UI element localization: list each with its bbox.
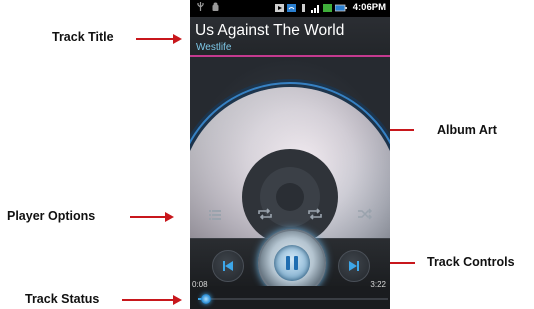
next-icon (349, 261, 359, 271)
notification-icons (196, 2, 220, 15)
track-title: Us Against The World (195, 22, 345, 39)
track-status: 0:08 3:22 (190, 280, 390, 309)
system-icons: 4:06PM (274, 2, 386, 13)
usb-icon (197, 2, 204, 11)
signal-icon (310, 4, 319, 13)
seek-thumb[interactable] (200, 294, 211, 304)
arrow-player-options (130, 212, 174, 222)
pause-icon (274, 245, 310, 281)
battery-icon (334, 4, 347, 11)
track-artist: Westlife (196, 42, 232, 53)
player-options-bar (190, 201, 390, 227)
network-type-icon (301, 3, 305, 12)
callout-track-title: Track Title (52, 30, 114, 44)
arrow-track-status (122, 295, 182, 305)
music-player-screen: 4:06PM Us Against The World Westlife 0:0… (190, 0, 390, 309)
data-icon (322, 3, 332, 12)
status-bar: 4:06PM (190, 0, 390, 17)
playlist-icon[interactable] (204, 203, 226, 225)
shuffle-icon[interactable] (354, 203, 376, 225)
clock: 4:06PM (352, 2, 386, 13)
callout-album-art: Album Art (437, 123, 497, 137)
previous-track-button[interactable] (212, 250, 244, 282)
elapsed-time: 0:08 (192, 280, 208, 289)
repeat-alt-icon[interactable] (304, 203, 326, 225)
total-time: 3:22 (370, 280, 386, 289)
seek-bar[interactable] (198, 294, 388, 304)
next-track-button[interactable] (338, 250, 370, 282)
wifi-icon (286, 3, 296, 12)
callout-player-options: Player Options (7, 209, 96, 223)
arrow-track-title (136, 34, 182, 44)
previous-icon (223, 261, 233, 271)
callout-track-controls: Track Controls (427, 255, 515, 269)
track-info-header: Us Against The World Westlife (190, 17, 390, 57)
play-status-icon (274, 3, 284, 12)
repeat-icon[interactable] (254, 203, 276, 225)
track-controls (190, 229, 390, 297)
callout-track-status: Track Status (25, 292, 100, 306)
android-debug-icon (212, 2, 219, 11)
